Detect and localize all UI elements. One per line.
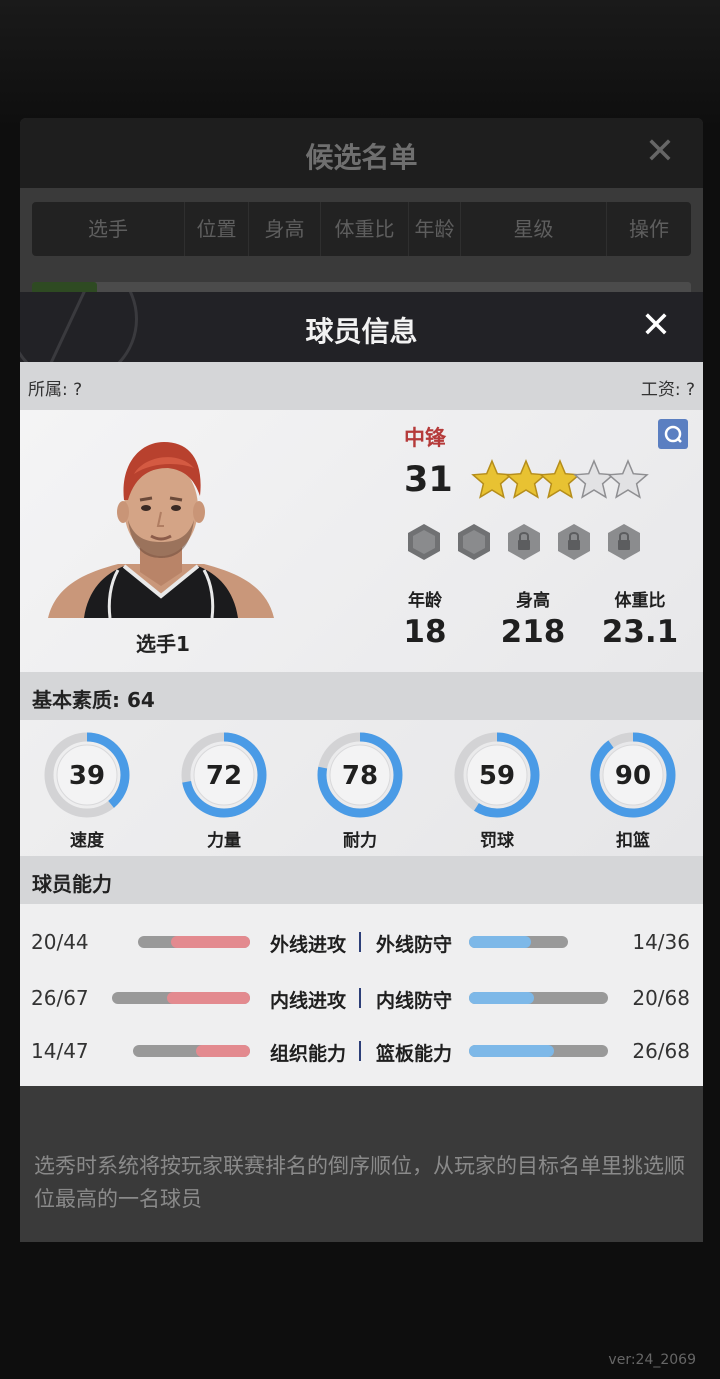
ability-right-bar [469, 936, 568, 948]
weight-ratio-value: 23.1 [601, 614, 679, 650]
gauge-value: 72 [206, 761, 242, 791]
gauge-label: 扣篮 [616, 831, 650, 851]
ability-bar-fill [469, 992, 535, 1004]
ability-right-bar [469, 1045, 608, 1057]
ability-bar-fill [469, 1045, 555, 1057]
abilities-panel: 20/44 外线进攻 外线防守 14/36 26/67 内线进攻 内线防守 20… [20, 904, 703, 1086]
ability-bar-fill [195, 1045, 250, 1057]
ability-right-name: 内线防守 [376, 990, 453, 1012]
gauge-value: 78 [342, 761, 378, 791]
basic-quality-label: 基本素质: 64 [32, 688, 155, 712]
column-action: 操作 [629, 217, 669, 241]
star-filled-icon [471, 459, 513, 499]
modal-title: 球员信息 [305, 315, 418, 348]
column-player[interactable]: 选手 [32, 202, 185, 256]
ability-right-value: 14/36 [632, 930, 690, 954]
position-label: 中锋 [404, 426, 446, 450]
ability-left-name: 组织能力 [269, 1043, 346, 1065]
lock-badge-icon [608, 524, 640, 560]
ability-left-name: 外线进攻 [269, 934, 346, 956]
search-icon[interactable] [658, 419, 688, 449]
gauge-free-throw: 59 罚球 [452, 730, 552, 851]
screen: 候选名单 ✕ 选手 位置 身高 体重比 年龄 星级 操作 选秀时系统将按玩家联赛… [0, 0, 720, 1379]
ability-separator [359, 1041, 361, 1061]
column-position[interactable]: 位置 [185, 202, 249, 256]
empty-badge-icon [458, 524, 490, 560]
ability-left-value: 20/44 [31, 930, 89, 954]
player-name: 选手1 [136, 632, 190, 656]
team-salary-bar: 所属: ? 工资: ? [20, 362, 703, 410]
ability-right-value: 20/68 [632, 986, 690, 1010]
player-overview: 选手1 中锋 31 年龄 18 身高 218 体重比 23.1 [20, 410, 703, 672]
ability-right-value: 26/68 [632, 1039, 690, 1063]
gauge-value: 59 [479, 761, 515, 791]
ability-bar-fill [167, 992, 250, 1004]
draft-rule-note: 选秀时系统将按玩家联赛排名的倒序顺位，从玩家的目标名单里挑选顺位最高的一名球员 [34, 1154, 685, 1211]
player-info-modal: 球员信息 ✕ 所属: ? 工资: ? 选手1 中锋 31 年龄 18 身高 21… [20, 292, 703, 1086]
empty-badge-icon [408, 524, 440, 560]
basic-quality-header: 基本素质: 64 [20, 672, 703, 720]
abilities-label: 球员能力 [32, 872, 112, 896]
star-empty-icon [573, 459, 615, 499]
close-icon[interactable]: ✕ [641, 306, 671, 346]
age-value: 18 [403, 614, 447, 650]
star-filled-icon [539, 459, 581, 499]
lock-badge-icon [558, 524, 590, 560]
column-age[interactable]: 年龄 [409, 202, 461, 256]
ability-left-value: 14/47 [31, 1039, 89, 1063]
column-stars[interactable]: 星级 [461, 202, 607, 256]
height-label: 身高 [516, 591, 550, 611]
ability-left-value: 26/67 [31, 986, 89, 1010]
abilities-header: 球员能力 [20, 856, 703, 904]
player-portrait [48, 442, 274, 618]
gauge-value: 39 [69, 761, 105, 791]
background [0, 0, 720, 130]
gauge-stamina: 78 耐力 [315, 730, 415, 851]
ability-bar-fill [171, 936, 250, 948]
ability-separator [359, 932, 361, 952]
basic-quality-gauges: 39 速度 72 力量 78 耐力 59 罚球 90 扣篮 [20, 720, 703, 856]
team-label: 所属: ? [28, 380, 83, 400]
height-value: 218 [500, 614, 566, 650]
ability-right-bar [469, 992, 608, 1004]
ability-row: 14/47 组织能力 篮板能力 26/68 [20, 1031, 703, 1071]
star-empty-icon [607, 459, 649, 499]
gauge-dunk: 90 扣篮 [588, 730, 688, 851]
column-weight-ratio[interactable]: 体重比 [321, 202, 409, 256]
ability-row: 26/67 内线进攻 内线防守 20/68 [20, 978, 703, 1018]
version-label: ver:24_2069 [608, 1352, 696, 1368]
lock-badge-icon [508, 524, 540, 560]
candidate-list-title: 候选名单 [305, 141, 418, 174]
candidate-close-icon[interactable]: ✕ [645, 132, 675, 172]
column-height[interactable]: 身高 [249, 202, 321, 256]
modal-header: 球员信息 ✕ [20, 292, 703, 362]
gauge-speed: 39 速度 [42, 730, 142, 851]
ability-left-bar [138, 936, 250, 948]
weight-ratio-label: 体重比 [614, 591, 666, 611]
age-label: 年龄 [408, 591, 442, 611]
star-rating [471, 459, 649, 499]
skill-badges [408, 524, 640, 560]
star-filled-icon [505, 459, 547, 499]
ability-row: 20/44 外线进攻 外线防守 14/36 [20, 922, 703, 962]
ability-right-name: 外线防守 [376, 934, 453, 956]
candidate-table-header: 选手 位置 身高 体重比 年龄 星级 操作 [32, 202, 691, 256]
gauge-label: 耐力 [343, 831, 377, 851]
salary-label: 工资: ? [640, 380, 695, 400]
ability-left-bar [112, 992, 250, 1004]
ability-left-name: 内线进攻 [269, 990, 346, 1012]
overall-rating: 31 [404, 460, 453, 500]
gauge-label: 速度 [70, 831, 104, 851]
candidate-list-header: 候选名单 ✕ [20, 118, 703, 188]
ability-bar-fill [469, 936, 531, 948]
gauge-strength: 72 力量 [179, 730, 279, 851]
gauge-value: 90 [615, 761, 651, 791]
ability-left-bar [133, 1045, 250, 1057]
gauge-label: 力量 [207, 831, 241, 851]
ability-right-name: 篮板能力 [376, 1043, 453, 1065]
gauge-label: 罚球 [480, 831, 514, 851]
ability-separator [359, 988, 361, 1008]
